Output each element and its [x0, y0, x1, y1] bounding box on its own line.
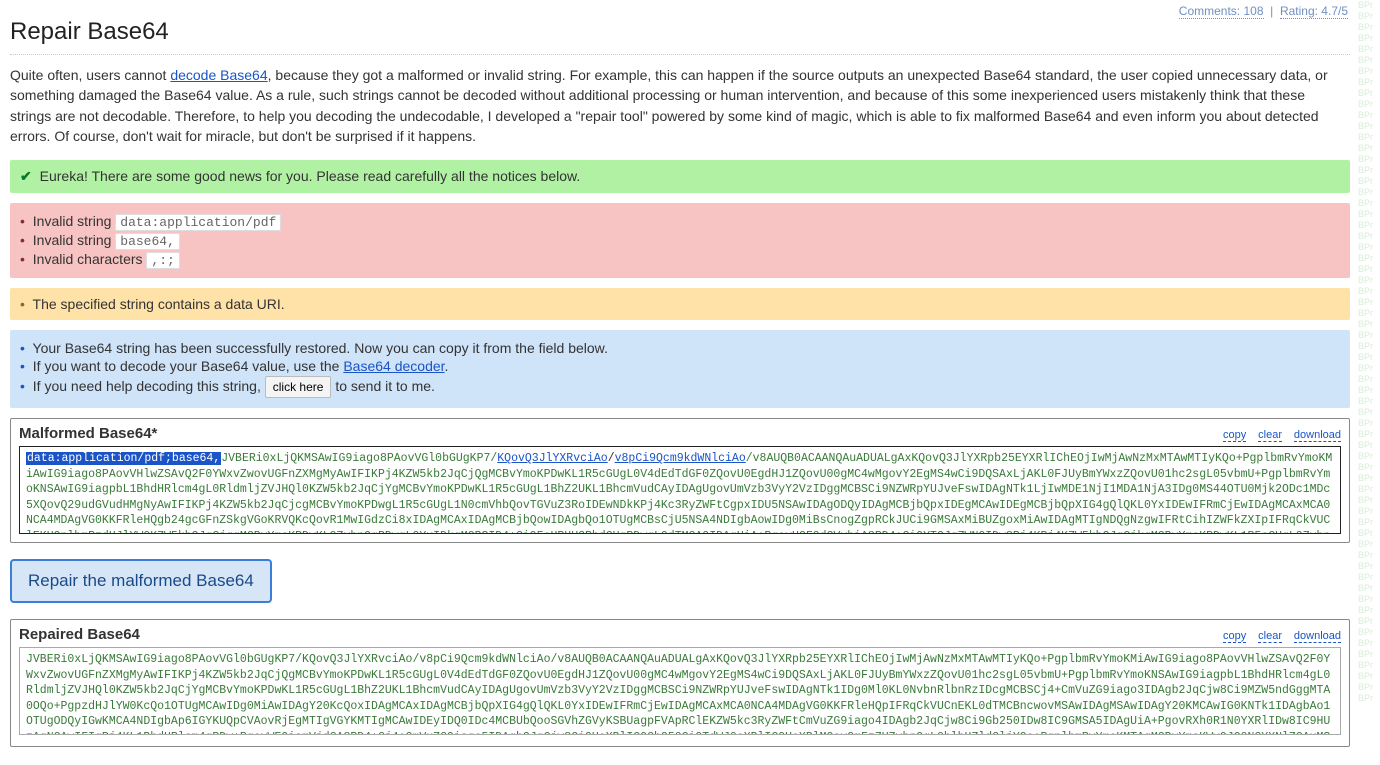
- malformed-selected-segment: data:application/pdf;base64,: [26, 452, 221, 465]
- bullet-icon: •: [20, 213, 25, 229]
- check-icon: ✔: [20, 168, 32, 184]
- notice-success-text: Eureka! There are some good news for you…: [40, 168, 581, 184]
- malformed-link-segment: v8pCi9Qcm9kdWNlciAo: [615, 452, 746, 465]
- repaired-copy-link[interactable]: copy: [1223, 630, 1246, 643]
- malformed-title: Malformed Base64*: [19, 425, 157, 442]
- malformed-link-segment: KQovQ3JlYXRvciAo: [497, 452, 607, 465]
- malformed-panel: Malformed Base64* copy clear download da…: [10, 418, 1350, 543]
- comments-link[interactable]: Comments: 108: [1179, 4, 1264, 19]
- bullet-icon: •: [20, 251, 25, 267]
- malformed-text-segment: JVBERi0xLjQKMSAwIG9iago8PAovVGl0bGUgKP7/: [221, 452, 497, 465]
- error-line1-code: data:application/pdf: [115, 214, 281, 231]
- title-divider: [10, 54, 1350, 55]
- intro-pre: Quite often, users cannot: [10, 67, 170, 83]
- notice-errors: • Invalid string data:application/pdf • …: [10, 203, 1350, 278]
- notice-warning-text: The specified string contains a data URI…: [33, 296, 285, 312]
- notice-info: • Your Base64 string has been successful…: [10, 330, 1350, 408]
- background-pattern: BPr BPr BPr BPr BPr BPr BPr BPr BPr BPr …: [1358, 0, 1380, 706]
- malformed-clear-link[interactable]: clear: [1258, 429, 1282, 442]
- repaired-download-link[interactable]: download: [1294, 630, 1341, 643]
- malformed-textarea[interactable]: data:application/pdf;base64,JVBERi0xLjQK…: [19, 446, 1341, 534]
- bullet-icon: •: [20, 378, 25, 394]
- malformed-download-link[interactable]: download: [1294, 429, 1341, 442]
- notice-success: ✔ Eureka! There are some good news for y…: [10, 160, 1350, 193]
- error-line2-label: Invalid string: [33, 232, 112, 248]
- info-line1: Your Base64 string has been successfully…: [33, 340, 608, 356]
- info-line2-pre: If you want to decode your Base64 value,…: [33, 358, 344, 374]
- bullet-icon: •: [20, 296, 25, 312]
- intro-paragraph: Quite often, users cannot decode Base64,…: [10, 65, 1350, 146]
- info-line3-pre: If you need help decoding this string,: [33, 378, 265, 394]
- bullet-icon: •: [20, 340, 25, 356]
- repair-button[interactable]: Repair the malformed Base64: [10, 559, 272, 603]
- click-here-button[interactable]: click here: [265, 376, 332, 398]
- base64-decoder-link[interactable]: Base64 decoder: [343, 358, 444, 374]
- error-line3-code: ,:;: [146, 252, 179, 269]
- repaired-panel: Repaired Base64 copy clear download: [10, 619, 1350, 747]
- bullet-icon: •: [20, 232, 25, 248]
- error-line2-code: base64,: [115, 233, 180, 250]
- repaired-textarea[interactable]: [19, 647, 1341, 735]
- notice-warning: • The specified string contains a data U…: [10, 288, 1350, 320]
- error-line1-label: Invalid string: [33, 213, 112, 229]
- rating-link[interactable]: Rating: 4.7/5: [1280, 4, 1348, 19]
- bullet-icon: •: [20, 358, 25, 374]
- decode-base64-link[interactable]: decode Base64: [170, 67, 267, 83]
- info-line2-post: .: [445, 358, 449, 374]
- page-title: Repair Base64: [10, 18, 1350, 46]
- repaired-title: Repaired Base64: [19, 626, 140, 643]
- repaired-clear-link[interactable]: clear: [1258, 630, 1282, 643]
- info-line3-post: to send it to me.: [335, 378, 435, 394]
- malformed-copy-link[interactable]: copy: [1223, 429, 1246, 442]
- error-line3-label: Invalid characters: [33, 251, 143, 267]
